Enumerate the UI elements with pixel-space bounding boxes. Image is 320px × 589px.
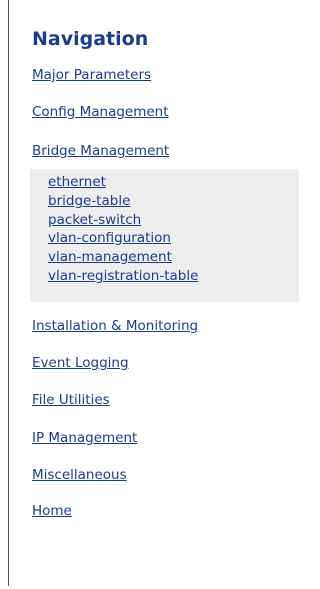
nav-link-installation-monitoring[interactable]: Installation & Monitoring [32, 318, 198, 335]
nav-link-ip-management[interactable]: IP Management [32, 430, 137, 447]
left-divider [8, 0, 9, 586]
nav-link-bridge-management[interactable]: Bridge Management [32, 143, 169, 160]
navigation-panel: Navigation Major Parameters Config Manag… [0, 0, 299, 589]
nav-link-config-management[interactable]: Config Management [32, 104, 169, 121]
bridge-management-submenu: ethernet bridge-table packet-switch vlan… [30, 169, 299, 302]
submenu-link-vlan-management[interactable]: vlan-management [48, 249, 172, 265]
nav-link-home[interactable]: Home [32, 503, 72, 520]
submenu-link-vlan-configuration[interactable]: vlan-configuration [48, 230, 171, 246]
submenu-link-vlan-registration-table[interactable]: vlan-registration-table [48, 268, 198, 284]
nav-link-file-utilities[interactable]: File Utilities [32, 392, 110, 409]
submenu-link-packet-switch[interactable]: packet-switch [48, 212, 141, 228]
nav-link-miscellaneous[interactable]: Miscellaneous [32, 467, 127, 484]
nav-link-major-parameters[interactable]: Major Parameters [32, 67, 151, 84]
navigation-title: Navigation [32, 28, 149, 50]
submenu-link-bridge-table[interactable]: bridge-table [48, 193, 130, 209]
nav-link-event-logging[interactable]: Event Logging [32, 355, 129, 372]
submenu-link-ethernet[interactable]: ethernet [48, 174, 106, 190]
